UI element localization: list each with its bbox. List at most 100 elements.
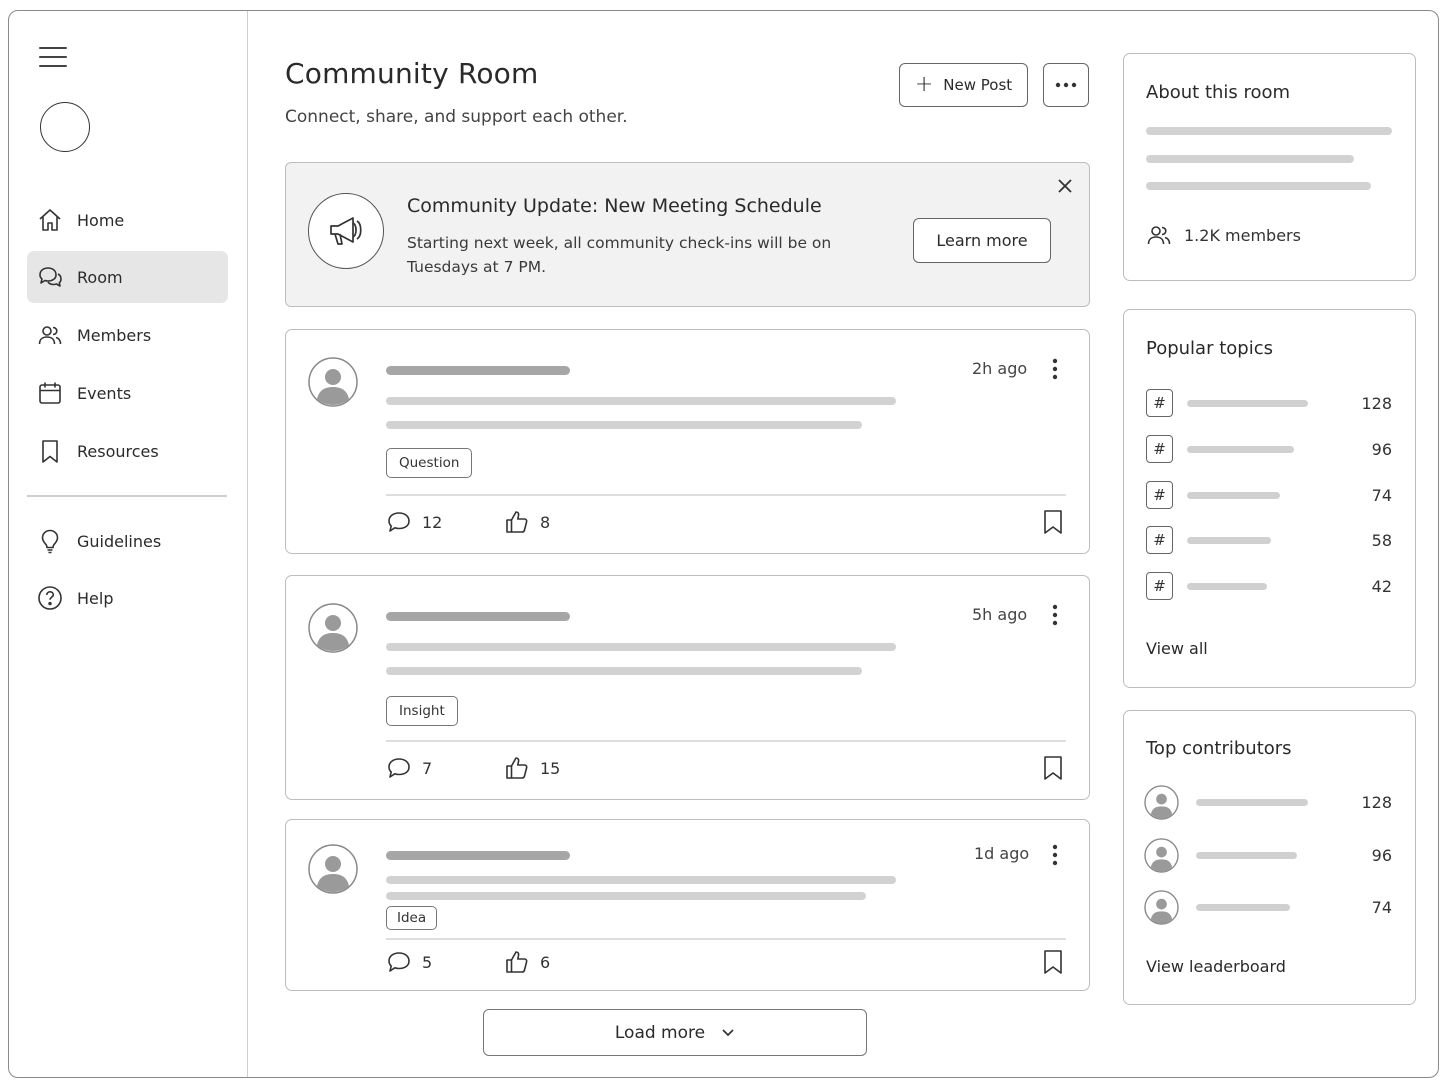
sidebar-item-label: Members <box>77 325 152 345</box>
post-card: 5h ago Insight 7 15 <box>285 575 1090 800</box>
sidebar-item-help[interactable]: Help <box>27 572 228 624</box>
likes-action[interactable]: 6 <box>504 949 550 975</box>
top-contributors-panel: Top contributors 128 96 74 View leaderbo… <box>1123 710 1416 1005</box>
sidebar-item-members[interactable]: Members <box>27 309 228 361</box>
sidebar-item-resources[interactable]: Resources <box>27 425 228 477</box>
load-more-label: Load more <box>614 1022 706 1043</box>
post-title-placeholder <box>386 851 570 860</box>
chevron-down-icon <box>722 1028 734 1036</box>
view-leaderboard-link[interactable]: View leaderboard <box>1146 957 1286 976</box>
comment-icon <box>388 758 410 778</box>
more-horizontal-icon <box>1055 82 1077 88</box>
contributor-row[interactable]: 74 <box>1144 889 1392 925</box>
announcement-body: Starting next week, all community check-… <box>407 234 832 276</box>
users-icon <box>1147 226 1171 245</box>
topic-name-placeholder <box>1187 536 1271 544</box>
close-icon[interactable] <box>1056 177 1074 195</box>
sidebar-item-guidelines[interactable]: Guidelines <box>27 515 228 567</box>
post-tag[interactable]: Insight <box>386 696 458 726</box>
view-all-link[interactable]: View all <box>1146 639 1208 658</box>
hashtag-icon: # <box>1146 526 1173 554</box>
popular-topics-panel: Popular topics # 128 # 96 # 74 # 58 # 42… <box>1123 309 1416 688</box>
description-placeholder <box>1146 182 1371 190</box>
sidebar-item-label: Resources <box>77 441 159 461</box>
sidebar-item-events[interactable]: Events <box>27 367 228 419</box>
comment-icon <box>388 512 410 532</box>
members-count-row: 1.2K members <box>1146 222 1301 248</box>
app-window: Home Room Members Events Resources Guide… <box>8 10 1439 1078</box>
contribution-count: 96 <box>1371 845 1392 865</box>
contributor-row[interactable]: 128 <box>1144 784 1392 820</box>
load-more-button[interactable]: Load more <box>483 1009 867 1056</box>
learn-more-button[interactable]: Learn more <box>913 218 1051 263</box>
announcement-title: Community Update: New Meeting Schedule <box>407 195 822 217</box>
bookmark-icon[interactable] <box>1042 509 1064 535</box>
comment-count: 12 <box>422 512 443 532</box>
about-room-title: About this room <box>1146 82 1291 103</box>
post-card: 1d ago Idea 5 6 <box>285 819 1090 991</box>
post-title-placeholder <box>386 366 570 375</box>
contributor-name-placeholder <box>1196 851 1297 859</box>
comments-action[interactable]: 5 <box>386 949 432 975</box>
post-tag[interactable]: Question <box>386 448 473 478</box>
bookmark-icon[interactable] <box>1042 949 1064 975</box>
comments-action[interactable]: 7 <box>386 755 432 781</box>
bookmark-icon[interactable] <box>1042 755 1064 781</box>
sidebar-item-label: Room <box>77 267 123 287</box>
topic-count: 96 <box>1371 439 1392 459</box>
sidebar-item-home[interactable]: Home <box>27 194 228 246</box>
post-title-placeholder <box>386 612 570 621</box>
comment-count: 7 <box>422 758 433 778</box>
topic-row[interactable]: # 96 <box>1146 434 1392 464</box>
logo-placeholder <box>40 102 90 152</box>
topic-row[interactable]: # 42 <box>1146 571 1392 601</box>
calendar-icon <box>39 382 61 404</box>
post-text-placeholder <box>386 643 896 651</box>
topic-row[interactable]: # 74 <box>1146 480 1392 510</box>
topic-count: 74 <box>1371 485 1392 505</box>
hashtag-icon: # <box>1146 572 1173 600</box>
hashtag-icon: # <box>1146 435 1173 463</box>
lightbulb-icon <box>41 529 59 554</box>
post-divider <box>386 494 1066 496</box>
contributor-name-placeholder <box>1196 903 1290 911</box>
home-icon <box>39 209 61 231</box>
sidebar-item-room[interactable]: Room <box>27 251 228 303</box>
like-count: 15 <box>540 758 561 778</box>
topic-name-placeholder <box>1187 582 1267 590</box>
topic-name-placeholder <box>1187 399 1308 407</box>
topic-row[interactable]: # 58 <box>1146 525 1392 555</box>
contribution-count: 74 <box>1371 897 1392 917</box>
comment-icon <box>388 952 410 972</box>
help-circle-icon <box>38 586 62 610</box>
page-title: Community Room <box>285 57 539 90</box>
user-avatar-icon <box>308 844 358 894</box>
sidebar-item-label: Guidelines <box>77 531 162 551</box>
user-avatar-icon <box>308 357 358 407</box>
plus-icon: + <box>914 72 934 97</box>
more-vertical-icon[interactable] <box>1051 358 1059 380</box>
post-text-placeholder <box>386 667 862 675</box>
post-text-placeholder <box>386 876 896 884</box>
contributor-row[interactable]: 96 <box>1144 837 1392 873</box>
likes-action[interactable]: 15 <box>504 755 560 781</box>
more-vertical-icon[interactable] <box>1051 604 1059 626</box>
post-tag[interactable]: Idea <box>386 906 438 930</box>
sidebar-divider <box>27 495 227 497</box>
more-vertical-icon[interactable] <box>1051 844 1059 866</box>
post-text-placeholder <box>386 397 896 405</box>
hamburger-menu-icon[interactable] <box>39 47 67 69</box>
post-timestamp: 2h ago <box>972 359 1028 378</box>
topic-count: 42 <box>1371 576 1392 596</box>
sidebar-item-label: Events <box>77 383 132 403</box>
chat-bubbles-icon <box>39 267 62 287</box>
likes-action[interactable]: 8 <box>504 509 550 535</box>
like-count: 8 <box>540 512 551 532</box>
more-options-button[interactable] <box>1043 63 1089 107</box>
topic-row[interactable]: # 128 <box>1146 388 1392 418</box>
post-text-placeholder <box>386 421 862 429</box>
post-text-placeholder <box>386 892 866 900</box>
comments-action[interactable]: 12 <box>386 509 442 535</box>
user-avatar-icon <box>308 603 358 653</box>
new-post-button[interactable]: + New Post <box>899 63 1028 107</box>
